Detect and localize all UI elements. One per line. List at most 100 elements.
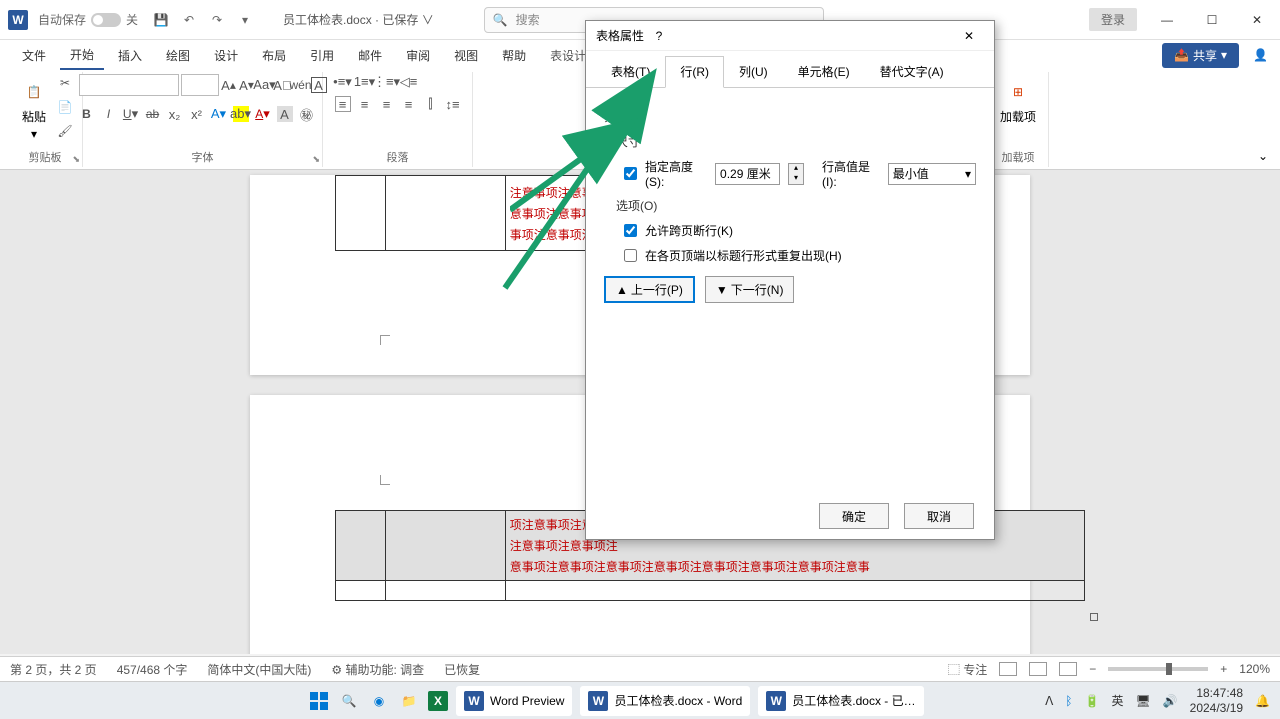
dialog-tab-row[interactable]: 行(R) [665,56,724,88]
dialog-tab-alt[interactable]: 替代文字(A) [865,56,959,87]
justify-icon[interactable]: ≡ [401,96,417,112]
accessibility-status[interactable]: ⚙ 辅助功能: 调查 [331,661,424,678]
tab-review[interactable]: 审阅 [396,42,440,69]
taskbar-word-doc2[interactable]: W 员工体检表.docx - 已… [758,686,923,716]
grow-font-icon[interactable]: A▴ [221,77,237,93]
taskbar-word-preview[interactable]: W Word Preview [456,686,572,716]
cancel-button[interactable]: 取消 [904,503,974,529]
word-count[interactable]: 457/468 个字 [117,661,188,678]
subscript-icon[interactable]: x₂ [167,106,183,122]
read-mode-icon[interactable] [999,662,1017,676]
paste-button[interactable]: 📋 粘贴 ▾ [16,74,52,145]
line-spacing-icon[interactable]: ↕≡ [445,96,461,112]
text-effects-icon[interactable]: A▾ [211,106,227,122]
tab-home[interactable]: 开始 [60,41,104,70]
table-handle-icon[interactable] [1090,613,1098,621]
italic-icon[interactable]: I [101,106,117,122]
excel-icon[interactable]: X [428,691,448,711]
distribute-icon[interactable]: ⫿ [423,96,439,112]
share-button[interactable]: 📤 共享 ▾ [1162,43,1239,68]
align-left-icon[interactable]: ≡ [335,96,351,112]
search-icon[interactable]: 🔍 [338,690,360,712]
height-spinner[interactable]: ▴▾ [788,163,804,185]
tab-insert[interactable]: 插入 [108,42,152,69]
tray-chevron-icon[interactable]: ᐱ [1045,694,1053,708]
next-row-button[interactable]: ▼ 下一行(N) [705,276,795,303]
close-button[interactable]: ✕ [1242,10,1272,30]
spinner-down-icon[interactable]: ▾ [789,174,803,184]
document-title[interactable]: 员工体检表.docx · 已保存 ∨ [283,11,434,28]
page-count[interactable]: 第 2 页，共 2 页 [10,661,97,678]
dialog-launcher-icon[interactable]: ⬊ [312,154,320,165]
tab-design[interactable]: 设计 [204,42,248,69]
superscript-icon[interactable]: x² [189,106,205,122]
highlight-icon[interactable]: ab▾ [233,106,249,122]
shrink-font-icon[interactable]: A▾ [239,77,255,93]
login-button[interactable]: 登录 [1089,8,1137,31]
phonetic-icon[interactable]: wén [293,77,309,93]
bluetooth-icon[interactable]: ᛒ [1065,694,1072,708]
height-type-select[interactable]: 最小值▾ [888,163,976,185]
ok-button[interactable]: 确定 [819,503,889,529]
taskbar-word-doc1[interactable]: W 员工体检表.docx - Word [580,686,750,716]
align-right-icon[interactable]: ≡ [379,96,395,112]
comments-icon[interactable]: 👤 [1253,48,1268,62]
toggle-switch-icon[interactable] [91,13,121,27]
zoom-level[interactable]: 120% [1239,662,1270,676]
qat-dropdown-icon[interactable]: ▾ [237,12,253,28]
network-icon[interactable]: 🖥 [1135,694,1150,708]
tab-view[interactable]: 视图 [444,42,488,69]
format-painter-icon[interactable]: 🖌 [56,122,74,140]
undo-icon[interactable]: ↶ [181,12,197,28]
autosave-toggle[interactable]: 自动保存 关 [38,11,138,28]
tab-help[interactable]: 帮助 [492,42,536,69]
collapse-ribbon-icon[interactable]: ⌄ [1254,145,1272,167]
dialog-titlebar[interactable]: 表格属性 ? ✕ [586,21,994,51]
dialog-launcher-icon[interactable]: ⬊ [72,154,80,165]
underline-icon[interactable]: U▾ [123,106,139,122]
multilevel-icon[interactable]: ⋮≡▾ [379,74,395,90]
clear-format-icon[interactable]: A⃠ [275,77,291,93]
dialog-tab-column[interactable]: 列(U) [724,56,783,87]
align-center-icon[interactable]: ≡ [357,96,373,112]
language-indicator[interactable]: 简体中文(中国大陆) [207,661,311,678]
bold-icon[interactable]: B [79,106,95,122]
explorer-icon[interactable]: 📁 [398,690,420,712]
zoom-in-icon[interactable]: + [1220,662,1227,676]
volume-icon[interactable]: 🔊 [1163,694,1178,708]
height-value-input[interactable] [715,163,780,185]
strikethrough-icon[interactable]: ab [145,106,161,122]
tab-layout[interactable]: 布局 [252,42,296,69]
save-icon[interactable]: 💾 [153,12,169,28]
font-name-input[interactable] [79,74,179,96]
enclose-char-icon[interactable]: ㊙ [299,106,315,122]
numbering-icon[interactable]: 1≡▾ [357,74,373,90]
clock[interactable]: 18:47:48 2024/3/19 [1190,686,1243,715]
tab-mailings[interactable]: 邮件 [348,42,392,69]
decrease-indent-icon[interactable]: ◁≡ [401,74,417,90]
start-icon[interactable] [308,690,330,712]
ime-indicator[interactable]: 英 [1111,692,1123,709]
notifications-icon[interactable]: 🔔 [1255,694,1270,708]
dialog-close-button[interactable]: ✕ [954,29,984,43]
minimize-button[interactable]: — [1152,10,1182,30]
bullets-icon[interactable]: •≡▾ [335,74,351,90]
font-size-input[interactable] [181,74,219,96]
help-button[interactable]: ? [644,29,674,43]
redo-icon[interactable]: ↷ [209,12,225,28]
change-case-icon[interactable]: Aa▾ [257,77,273,93]
battery-icon[interactable]: 🔋 [1085,694,1100,708]
focus-mode[interactable]: ⬚ 专注 [948,661,987,678]
dialog-tab-cell[interactable]: 单元格(E) [783,56,865,87]
maximize-button[interactable]: ☐ [1197,10,1227,30]
zoom-out-icon[interactable]: − [1089,662,1096,676]
print-layout-icon[interactable] [1029,662,1047,676]
spinner-up-icon[interactable]: ▴ [789,164,803,174]
font-color-icon[interactable]: A▾ [255,106,271,122]
cut-icon[interactable]: ✂ [56,74,74,92]
addins-button[interactable]: ⊞ 加载项 [996,74,1040,129]
tab-draw[interactable]: 绘图 [156,42,200,69]
tab-file[interactable]: 文件 [12,42,56,69]
zoom-slider[interactable] [1108,667,1208,671]
edge-icon[interactable]: ◉ [368,690,390,712]
